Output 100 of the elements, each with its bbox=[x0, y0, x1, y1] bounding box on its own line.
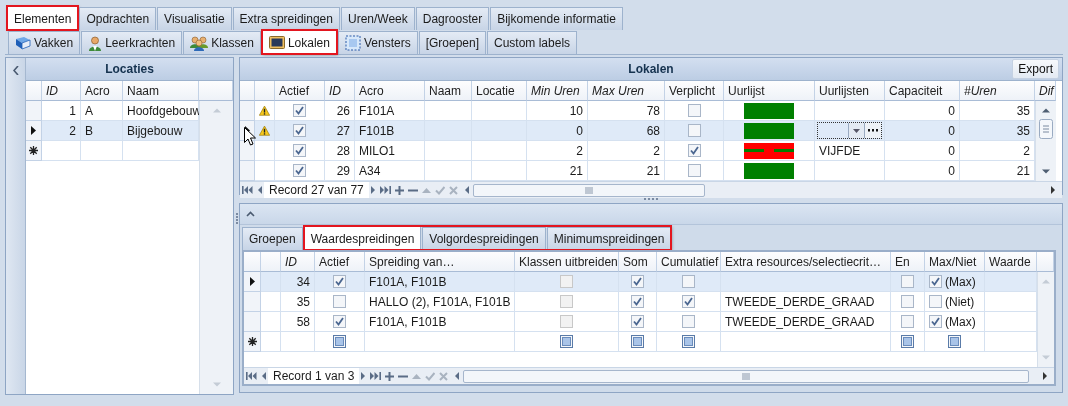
new-row-checkbox[interactable] bbox=[948, 335, 961, 348]
new-row-checkbox[interactable] bbox=[333, 335, 346, 348]
column-header[interactable]: Min Uren bbox=[527, 81, 588, 101]
check-icon[interactable] bbox=[423, 371, 438, 381]
checkbox[interactable] bbox=[687, 104, 701, 117]
column-header[interactable]: Actief bbox=[275, 81, 325, 101]
column-header[interactable]: Locatie bbox=[472, 81, 527, 101]
splitter-grip-icon[interactable] bbox=[235, 213, 238, 224]
ellipsis-button[interactable] bbox=[864, 123, 881, 138]
tab[interactable]: Groepen bbox=[242, 227, 303, 250]
column-header[interactable]: Max/Niet bbox=[925, 252, 985, 272]
column-header[interactable]: Naam bbox=[425, 81, 472, 101]
add-icon[interactable] bbox=[392, 185, 406, 195]
checkbox[interactable] bbox=[560, 275, 573, 288]
checkbox[interactable] bbox=[929, 295, 942, 308]
checkbox[interactable] bbox=[687, 124, 701, 137]
collapse-icon[interactable] bbox=[12, 66, 19, 75]
tab[interactable]: Extra spreidingen bbox=[232, 7, 340, 30]
row-header[interactable] bbox=[240, 141, 255, 161]
checkbox[interactable] bbox=[333, 295, 346, 308]
column-header[interactable]: Waarde bbox=[985, 252, 1037, 272]
dropdown-button[interactable] bbox=[848, 123, 864, 138]
row-header[interactable] bbox=[26, 141, 42, 161]
tab[interactable]: Dagrooster bbox=[415, 7, 490, 30]
row-header[interactable] bbox=[26, 121, 42, 141]
checkbox[interactable] bbox=[901, 275, 914, 288]
tab[interactable]: Lokalen bbox=[261, 30, 337, 54]
scroll-left-icon[interactable] bbox=[463, 186, 469, 194]
column-header[interactable]: Naam bbox=[123, 81, 199, 101]
tab[interactable]: Bijkomende informatie bbox=[490, 7, 623, 30]
tab[interactable]: Elementen bbox=[7, 6, 79, 30]
checkbox[interactable] bbox=[687, 144, 701, 157]
column-header[interactable]: ID bbox=[42, 81, 81, 101]
checkbox[interactable] bbox=[560, 315, 573, 328]
column-header[interactable]: Extra resources/selectiecrit… bbox=[721, 252, 891, 272]
checkbox[interactable] bbox=[293, 164, 306, 177]
combo-field[interactable] bbox=[817, 122, 882, 139]
row-header[interactable] bbox=[244, 332, 261, 352]
scroll-down-icon[interactable] bbox=[1041, 169, 1051, 175]
new-row-checkbox[interactable] bbox=[901, 335, 914, 348]
first-record-icon[interactable] bbox=[244, 372, 259, 380]
column-header[interactable]: Capaciteit bbox=[885, 81, 960, 101]
column-header[interactable]: Actief bbox=[315, 252, 365, 272]
row-header[interactable] bbox=[244, 272, 261, 292]
column-header[interactable]: Spreiding van… bbox=[365, 252, 515, 272]
column-header[interactable]: Cumulatief bbox=[657, 252, 721, 272]
checkbox[interactable] bbox=[901, 295, 914, 308]
collapse-icon[interactable] bbox=[246, 211, 255, 217]
export-button[interactable]: Export bbox=[1012, 59, 1059, 79]
checkbox[interactable] bbox=[631, 315, 644, 328]
tab[interactable]: Visualisatie bbox=[157, 7, 232, 30]
column-header[interactable]: Klassen uitbreiden bbox=[515, 252, 619, 272]
checkbox[interactable] bbox=[293, 144, 306, 157]
column-header[interactable]: Uurlijsten bbox=[815, 81, 885, 101]
checkbox[interactable] bbox=[682, 315, 695, 328]
checkbox[interactable] bbox=[682, 295, 695, 308]
checkbox[interactable] bbox=[901, 315, 914, 328]
tab[interactable]: Leerkrachten bbox=[81, 31, 183, 54]
checkbox[interactable] bbox=[929, 315, 942, 328]
column-header[interactable]: Max Uren bbox=[588, 81, 665, 101]
column-header[interactable]: En bbox=[891, 252, 925, 272]
column-header[interactable]: Dif bbox=[1035, 81, 1056, 101]
tab[interactable]: Uren/Week bbox=[340, 7, 415, 30]
scroll-up-icon[interactable] bbox=[1041, 107, 1051, 113]
column-header[interactable]: Uurlijst bbox=[724, 81, 815, 101]
scroll-right-icon[interactable] bbox=[1051, 186, 1056, 194]
tab[interactable]: Volgordespreidingen bbox=[422, 227, 546, 250]
last-record-icon[interactable] bbox=[377, 186, 393, 194]
tab[interactable]: [Groepen] bbox=[418, 31, 486, 54]
checkbox[interactable] bbox=[929, 275, 942, 288]
tab[interactable]: Custom labels bbox=[487, 31, 578, 54]
vertical-scrollbar[interactable] bbox=[1035, 101, 1056, 181]
checkbox[interactable] bbox=[333, 315, 346, 328]
last-record-icon[interactable] bbox=[368, 372, 384, 380]
tab[interactable]: Klassen bbox=[183, 31, 261, 54]
tab[interactable]: Waardespreidingen bbox=[303, 226, 422, 250]
new-row-checkbox[interactable] bbox=[682, 335, 695, 348]
checkbox[interactable] bbox=[631, 275, 644, 288]
new-row-checkbox[interactable] bbox=[631, 335, 644, 348]
scroll-right-icon[interactable] bbox=[1043, 372, 1048, 380]
checkbox[interactable] bbox=[560, 295, 573, 308]
column-header[interactable]: Acro bbox=[81, 81, 123, 101]
scroll-left-icon[interactable] bbox=[454, 372, 460, 380]
checkbox[interactable] bbox=[631, 295, 644, 308]
tab[interactable]: Vakken bbox=[8, 31, 81, 54]
new-row-checkbox[interactable] bbox=[560, 335, 573, 348]
checkbox[interactable] bbox=[293, 124, 306, 137]
next-record-icon[interactable] bbox=[368, 186, 378, 194]
checkbox[interactable] bbox=[293, 104, 306, 117]
column-header[interactable]: #Uren bbox=[960, 81, 1035, 101]
column-header[interactable]: Acro bbox=[355, 81, 425, 101]
column-header[interactable]: Som bbox=[619, 252, 657, 272]
add-icon[interactable] bbox=[383, 371, 397, 381]
checkbox[interactable] bbox=[687, 164, 701, 177]
tab[interactable]: Vensters bbox=[337, 31, 418, 54]
first-record-icon[interactable] bbox=[240, 186, 255, 194]
checkbox[interactable] bbox=[333, 275, 346, 288]
column-header[interactable]: ID bbox=[281, 252, 315, 272]
column-header[interactable]: Verplicht bbox=[665, 81, 724, 101]
tab[interactable]: Minimumspreidingen bbox=[546, 227, 672, 250]
